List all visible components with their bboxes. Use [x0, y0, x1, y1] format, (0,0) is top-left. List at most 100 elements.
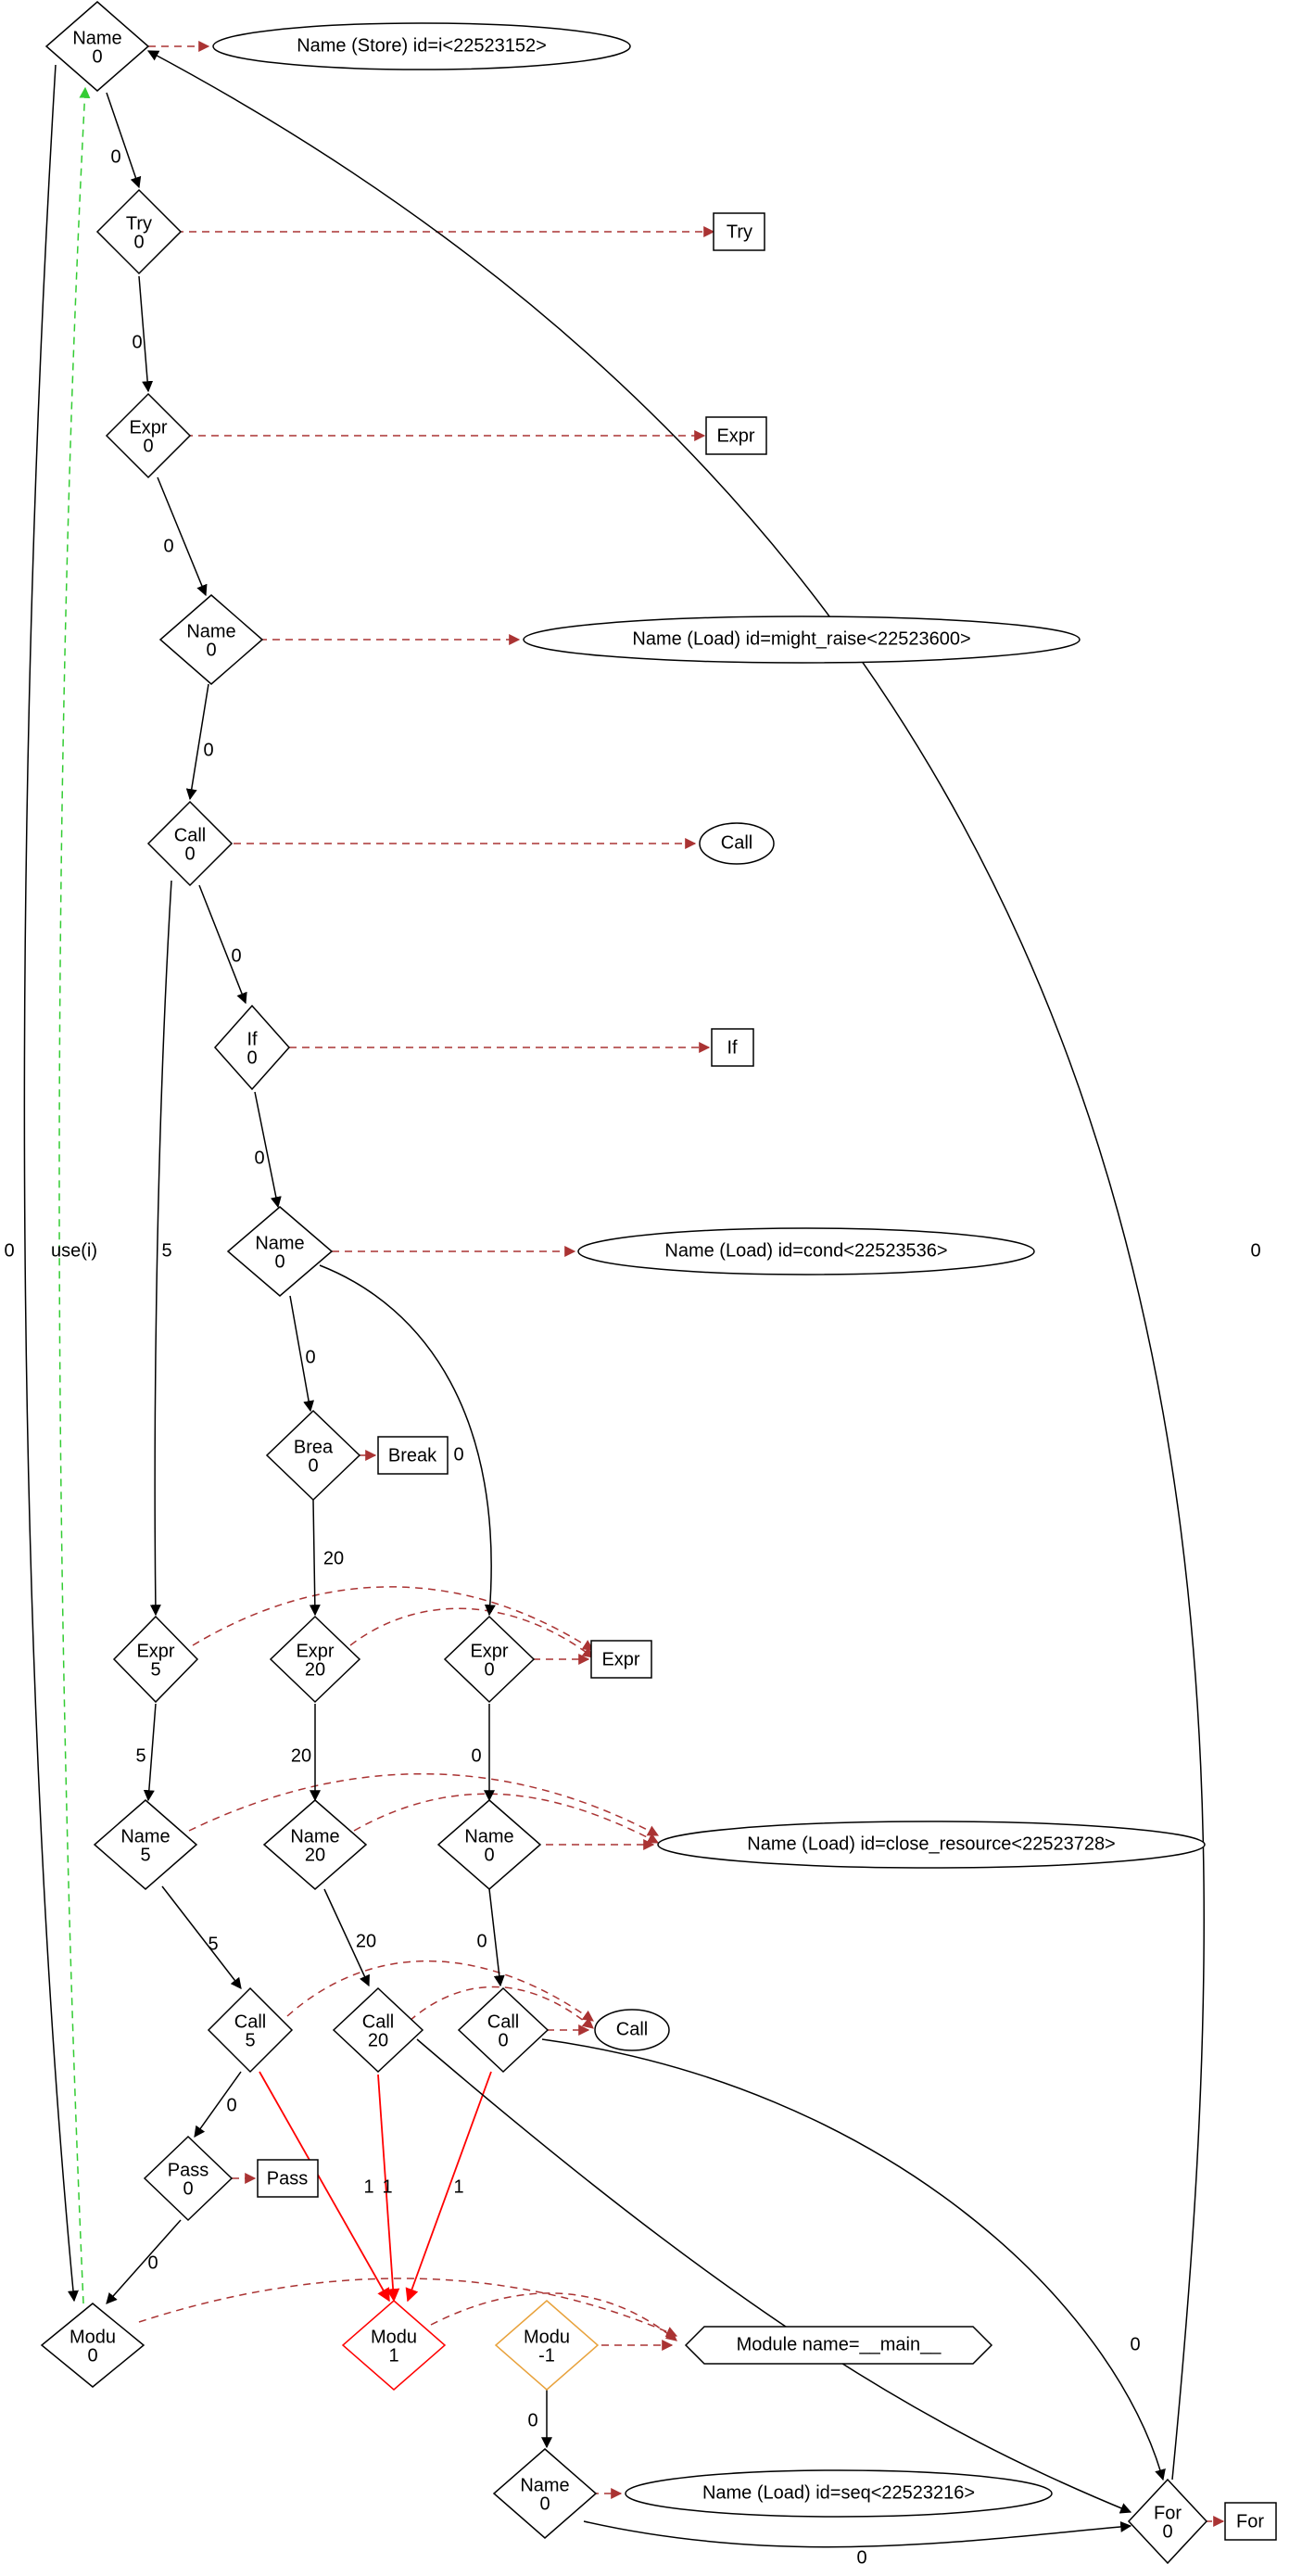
edge-label: 0	[203, 740, 213, 760]
svg-text:-1: -1	[538, 2345, 555, 2366]
svg-text:Expr: Expr	[601, 1649, 639, 1669]
svg-text:Name: Name	[72, 28, 121, 48]
edge-label: 0	[226, 2095, 236, 2115]
node-name20: Name 20	[264, 1800, 366, 1889]
node-brea: Brea 0	[267, 1411, 360, 1500]
svg-text:Name: Name	[186, 621, 235, 641]
node-name-seq: Name 0	[494, 2449, 596, 2538]
edge-call0-modu1	[408, 2072, 491, 2301]
svg-text:0: 0	[484, 1659, 494, 1680]
svg-text:Call: Call	[487, 2011, 519, 2032]
edge-usei	[59, 88, 85, 2303]
node-name-mr: Name 0	[160, 595, 262, 684]
node-pass: Pass 0	[145, 2137, 232, 2220]
svg-text:Call: Call	[616, 2019, 648, 2039]
node-call5: Call 5	[209, 1988, 292, 2072]
svg-text:0: 0	[183, 2178, 193, 2199]
svg-text:0: 0	[484, 1845, 494, 1865]
edge-label: 0	[231, 945, 241, 966]
svg-text:Name: Name	[255, 1233, 304, 1253]
node-name5: Name 5	[95, 1800, 196, 1889]
edge-label: 0	[4, 1240, 14, 1261]
edge-label: 5	[208, 1934, 218, 1954]
edge-label: 20	[291, 1745, 311, 1766]
edge-brea-expr20	[313, 1500, 315, 1615]
svg-text:Modu: Modu	[371, 2327, 417, 2347]
svg-text:Modu: Modu	[70, 2327, 116, 2347]
edge-label: 5	[161, 1240, 171, 1261]
svg-text:Try: Try	[727, 222, 752, 242]
node-modu-m1: Modu -1	[496, 2301, 598, 2390]
edge-call20-for	[417, 2039, 1131, 2512]
node-name-top: Name 0	[46, 2, 148, 91]
edge-label: 0	[163, 536, 173, 556]
svg-text:If: If	[246, 1029, 258, 1049]
svg-text:For: For	[1154, 2503, 1182, 2523]
svg-text:Pass: Pass	[168, 2160, 209, 2180]
edge-label: 0	[132, 332, 142, 352]
svg-text:Try: Try	[126, 213, 152, 234]
edge-name5-call5	[162, 1886, 241, 1988]
edge-expr5-label	[193, 1587, 593, 1650]
svg-text:Expr: Expr	[129, 417, 167, 438]
edge-label: 1	[382, 2176, 392, 2197]
svg-text:Name: Name	[120, 1826, 170, 1846]
edge-label: 0	[254, 1148, 264, 1168]
edge-call-if	[199, 885, 246, 1003]
edge-call5-label	[287, 1961, 593, 2021]
svg-text:0: 0	[87, 2345, 97, 2366]
svg-text:Name (Load) id=close_resource<: Name (Load) id=close_resource<22523728>	[747, 1834, 1116, 1854]
node-if: If 0	[215, 1006, 289, 1089]
edge-label: 0	[147, 2252, 158, 2273]
svg-text:Pass: Pass	[267, 2168, 308, 2189]
svg-text:Break: Break	[388, 1445, 437, 1466]
svg-text:If: If	[727, 1037, 738, 1058]
svg-text:Modu: Modu	[524, 2327, 570, 2347]
svg-text:1: 1	[388, 2345, 398, 2366]
svg-text:Expr: Expr	[296, 1641, 334, 1661]
node-expr20: Expr 20	[271, 1617, 360, 1702]
node-expr0b: Expr 0	[445, 1617, 534, 1702]
svg-text:0: 0	[308, 1455, 318, 1476]
svg-text:20: 20	[305, 1845, 325, 1865]
svg-text:20: 20	[305, 1659, 325, 1680]
edge-label: 1	[363, 2176, 373, 2197]
svg-text:Brea: Brea	[294, 1437, 334, 1457]
svg-text:Name (Load) id=seq<22523216>: Name (Load) id=seq<22523216>	[702, 2482, 975, 2503]
node-call20: Call 20	[334, 1988, 423, 2072]
svg-text:Name: Name	[290, 1826, 339, 1846]
svg-text:For: For	[1236, 2511, 1264, 2532]
svg-text:0: 0	[498, 2030, 508, 2050]
svg-text:Call: Call	[174, 825, 206, 845]
svg-text:0: 0	[1162, 2521, 1172, 2542]
node-name0b: Name 0	[438, 1800, 540, 1889]
edge-label: 20	[356, 1931, 376, 1951]
edge-call0-for	[542, 2039, 1163, 2480]
edge-label: 0	[856, 2547, 866, 2568]
edge-label: 0	[527, 2410, 537, 2430]
svg-text:0: 0	[539, 2494, 550, 2514]
svg-text:0: 0	[133, 232, 144, 252]
svg-text:0: 0	[206, 640, 216, 660]
svg-text:0: 0	[246, 1047, 257, 1068]
edge-label: 5	[135, 1745, 145, 1766]
svg-text:Call: Call	[362, 2011, 394, 2032]
edge-label: 0	[453, 1444, 463, 1465]
svg-text:Name: Name	[520, 2475, 569, 2495]
edge-label: 0	[110, 146, 120, 167]
edge-label: 0	[1130, 2334, 1140, 2354]
node-for: For 0	[1129, 2480, 1207, 2563]
svg-text:Name (Load) id=might_raise<225: Name (Load) id=might_raise<22523600>	[632, 628, 970, 649]
node-modu1: Modu 1	[343, 2301, 445, 2390]
edge-nametop-modu0	[24, 65, 74, 2301]
node-name-cond: Name 0	[228, 1207, 332, 1296]
edge-label: 0	[1250, 1240, 1260, 1261]
flow-diagram: 0 0 0 0 0 0 0 0 20 5 5 5 20 20 0 0 0 0 1…	[0, 0, 1302, 2576]
node-expr1: Expr 0	[107, 394, 190, 477]
svg-text:Expr: Expr	[136, 1641, 174, 1661]
svg-text:20: 20	[368, 2030, 388, 2050]
svg-text:0: 0	[92, 46, 102, 67]
node-call0b: Call 0	[459, 1988, 548, 2072]
svg-text:Call: Call	[721, 832, 752, 853]
node-call1: Call 0	[148, 802, 232, 885]
